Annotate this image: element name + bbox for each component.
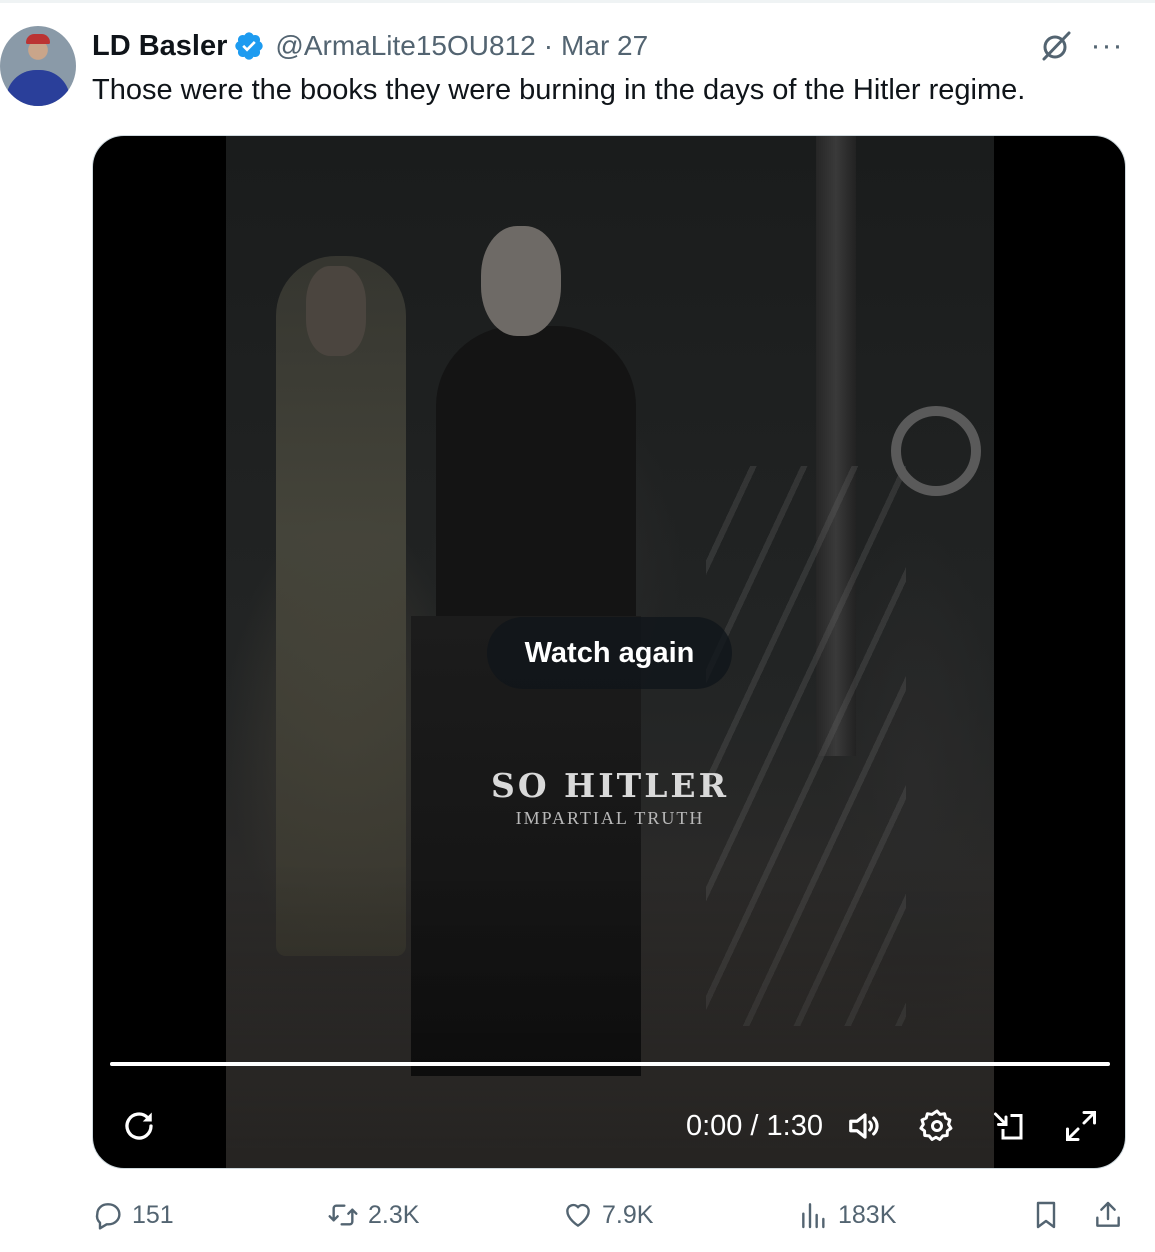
repost-button[interactable]: 2.3K	[326, 1192, 419, 1238]
video-watermark-subtitle: IMPARTIAL TRUTH	[515, 808, 705, 828]
grok-icon[interactable]	[1038, 28, 1074, 64]
tweet-text: Those were the books they were burning i…	[92, 74, 1026, 106]
like-count: 7.9K	[602, 1200, 654, 1229]
reply-icon	[95, 1203, 121, 1230]
reply-count: 151	[132, 1200, 174, 1229]
bookmark-icon	[1036, 1201, 1056, 1229]
author-handle[interactable]: @ArmaLite15OU812	[275, 30, 535, 62]
author-name[interactable]: LD Basler	[92, 30, 227, 63]
reply-button[interactable]: 151	[92, 1192, 174, 1238]
tweet-date[interactable]: Mar 27	[561, 30, 648, 62]
video-watermark-title: SO HITLER	[490, 766, 730, 805]
repost-count: 2.3K	[368, 1200, 420, 1229]
video-progress-fill	[110, 1062, 1110, 1066]
replay-icon[interactable]	[117, 1104, 161, 1148]
avatar[interactable]	[0, 26, 76, 106]
tweet-actions: 151 2.3K 7.9K 183K	[92, 1192, 1132, 1238]
tweet-header: LD Basler @ArmaLite15OU812 · Mar 27	[92, 28, 648, 64]
settings-icon[interactable]	[915, 1104, 959, 1148]
verified-icon	[235, 32, 264, 60]
views-icon	[802, 1203, 825, 1229]
more-icon[interactable]: ···	[1088, 28, 1126, 64]
top-divider	[0, 0, 1155, 3]
fullscreen-icon[interactable]	[1059, 1104, 1103, 1148]
share-icon	[1096, 1201, 1120, 1227]
like-button[interactable]: 7.9K	[562, 1192, 653, 1238]
video-progress-bar[interactable]	[110, 1062, 1110, 1066]
video-time: 0:00 / 1:30	[685, 1109, 823, 1142]
bookmark-button[interactable]	[1030, 1192, 1070, 1238]
avatar-shirt	[6, 70, 70, 106]
share-button[interactable]	[1092, 1192, 1132, 1238]
volume-icon[interactable]	[843, 1104, 887, 1148]
header-separator: ·	[543, 30, 554, 61]
views-count: 183K	[838, 1200, 897, 1229]
avatar-cap	[26, 34, 50, 44]
retweet-icon	[328, 1204, 358, 1226]
views-button[interactable]: 183K	[798, 1192, 896, 1238]
pip-icon[interactable]	[987, 1104, 1031, 1148]
like-icon	[566, 1203, 590, 1227]
watch-again-button[interactable]: Watch again	[487, 617, 732, 689]
video-player[interactable]: SO HITLER IMPARTIAL TRUTH Watch again 0:…	[92, 135, 1126, 1169]
